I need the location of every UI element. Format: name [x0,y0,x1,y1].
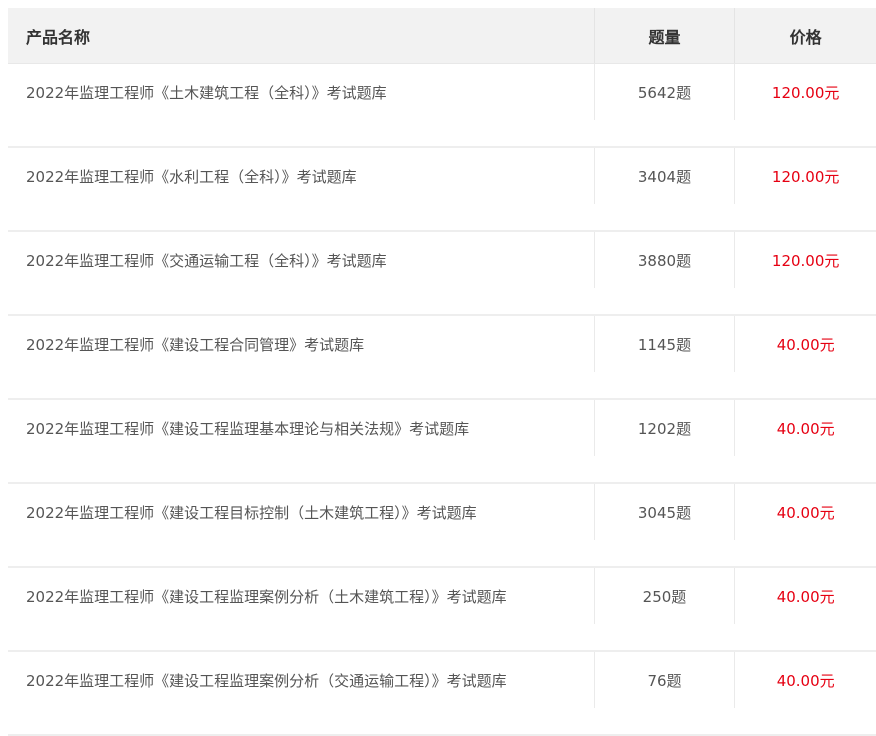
product-name[interactable]: 2022年监理工程师《交通运输工程（全科）》考试题库 [8,232,594,288]
table-row[interactable]: 2022年监理工程师《建设工程合同管理》考试题库 1145题 40.00元 [8,316,876,400]
question-count: 250题 [593,568,735,624]
question-count: 3880题 [593,232,735,288]
table-row[interactable]: 2022年监理工程师《水利工程（全科）》考试题库 3404题 120.00元 [8,148,876,232]
question-count: 5642题 [593,64,735,120]
product-name[interactable]: 2022年监理工程师《建设工程目标控制（土木建筑工程）》考试题库 [8,484,594,540]
product-price: 40.00元 [734,400,876,456]
table-row[interactable]: 2022年监理工程师《建设工程监理案例分析（土木建筑工程）》考试题库 250题 … [8,568,876,652]
question-count: 1145题 [593,316,735,372]
table-header: 产品名称 题量 价格 [8,8,876,64]
question-count: 1202题 [593,400,735,456]
product-name[interactable]: 2022年监理工程师《建设工程合同管理》考试题库 [8,316,594,372]
question-count: 3404题 [593,148,735,204]
product-price: 120.00元 [734,232,876,288]
product-price: 40.00元 [734,652,876,708]
product-name[interactable]: 2022年监理工程师《土木建筑工程（全科）》考试题库 [8,64,594,120]
product-name[interactable]: 2022年监理工程师《建设工程监理案例分析（交通运输工程）》考试题库 [8,652,594,708]
product-name[interactable]: 2022年监理工程师《水利工程（全科）》考试题库 [8,148,594,204]
question-count: 3045题 [593,484,735,540]
table-row[interactable]: 2022年监理工程师《交通运输工程（全科）》考试题库 3880题 120.00元 [8,232,876,316]
product-name[interactable]: 2022年监理工程师《建设工程监理基本理论与相关法规》考试题库 [8,400,594,456]
table-row[interactable]: 2022年监理工程师《建设工程目标控制（土木建筑工程）》考试题库 3045题 4… [8,484,876,568]
product-price: 40.00元 [734,316,876,372]
product-price: 40.00元 [734,484,876,540]
table-row[interactable]: 2022年监理工程师《土木建筑工程（全科）》考试题库 5642题 120.00元 [8,64,876,148]
product-price: 120.00元 [734,148,876,204]
product-name[interactable]: 2022年监理工程师《建设工程监理案例分析（土木建筑工程）》考试题库 [8,568,594,624]
table-row[interactable]: 2022年监理工程师《建设工程监理基本理论与相关法规》考试题库 1202题 40… [8,400,876,484]
header-product-name: 产品名称 [26,27,91,47]
product-price: 120.00元 [734,64,876,120]
table-row[interactable]: 2022年监理工程师《建设工程监理案例分析（交通运输工程）》考试题库 76题 4… [8,652,876,736]
header-quantity: 题量 [593,8,735,63]
product-price: 40.00元 [734,568,876,624]
header-price: 价格 [734,8,876,63]
question-count: 76题 [593,652,735,708]
product-table: 产品名称 题量 价格 2022年监理工程师《土木建筑工程（全科）》考试题库 56… [8,8,876,736]
